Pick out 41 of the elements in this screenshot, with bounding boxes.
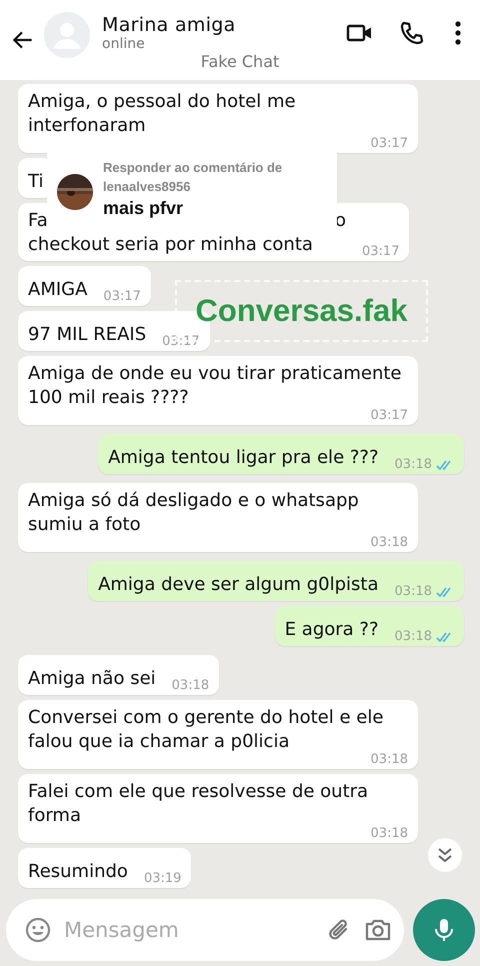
- message-time: 03:18: [394, 459, 432, 471]
- message-text: checkout seria por minha conta: [28, 233, 314, 257]
- message-text: Fa: [28, 209, 48, 233]
- message-time: 03:17: [103, 291, 141, 303]
- message-time: 03:18: [370, 537, 408, 549]
- comment-username: lenaalves8956: [103, 178, 192, 196]
- more-options-icon[interactable]: [454, 19, 462, 47]
- phone-icon[interactable]: [398, 19, 426, 47]
- comment-text: mais pfvr: [103, 198, 184, 218]
- message-time: 03:17: [362, 246, 400, 258]
- message-text: AMIGA: [28, 278, 88, 302]
- message-time: 03:18: [370, 754, 408, 766]
- message-text: Amiga, o pessoal do hotel me interfonaram: [28, 90, 297, 138]
- contact-status: online: [102, 36, 146, 52]
- watermark-label: Fake Chat: [200, 52, 280, 71]
- message-time: 03:18: [172, 680, 210, 692]
- message-input[interactable]: Mensagem: [62, 917, 316, 943]
- message-time: 03:17: [370, 410, 408, 422]
- message-text: Ti: [28, 170, 44, 194]
- message-time: 03:18: [370, 828, 408, 840]
- message-text: Falei com ele que resolvesse de outra forma: [28, 780, 370, 828]
- message-time: 03:17: [370, 138, 408, 150]
- message-text: Amiga não sei: [28, 667, 156, 691]
- message-text: Amiga tentou ligar pra ele ???: [108, 446, 379, 470]
- reply-heading: Responder ao comentário de: [103, 158, 282, 176]
- message-text: Amiga deve ser algum g0lpista: [98, 573, 379, 597]
- message-text: 97 MIL REAIS: [28, 323, 146, 347]
- message-text: Resumindo: [28, 860, 128, 884]
- message-text: Conversei com o gerente do hotel e ele falou que ia chamar a p0licia: [28, 706, 384, 753]
- message-time: 03:19: [144, 873, 182, 885]
- contact-name: Marina amiga: [102, 14, 237, 36]
- message-field[interactable]: Mensagem: [6, 899, 404, 961]
- emoji-icon[interactable]: [24, 916, 52, 944]
- message-time: 03:18: [394, 631, 432, 643]
- double-chevron-icon: [436, 846, 454, 864]
- message-text: E agora ??: [284, 618, 379, 642]
- message-text: Amiga só dá desligado e o whatsapp sumiu a foto: [28, 489, 360, 537]
- message-text: Amiga de onde eu vou tirar praticamente 100 mil reais ????: [28, 362, 402, 409]
- message-time: 03:17: [162, 336, 200, 348]
- message-time: 03:18: [394, 586, 432, 598]
- scroll-down-button[interactable]: [428, 838, 462, 872]
